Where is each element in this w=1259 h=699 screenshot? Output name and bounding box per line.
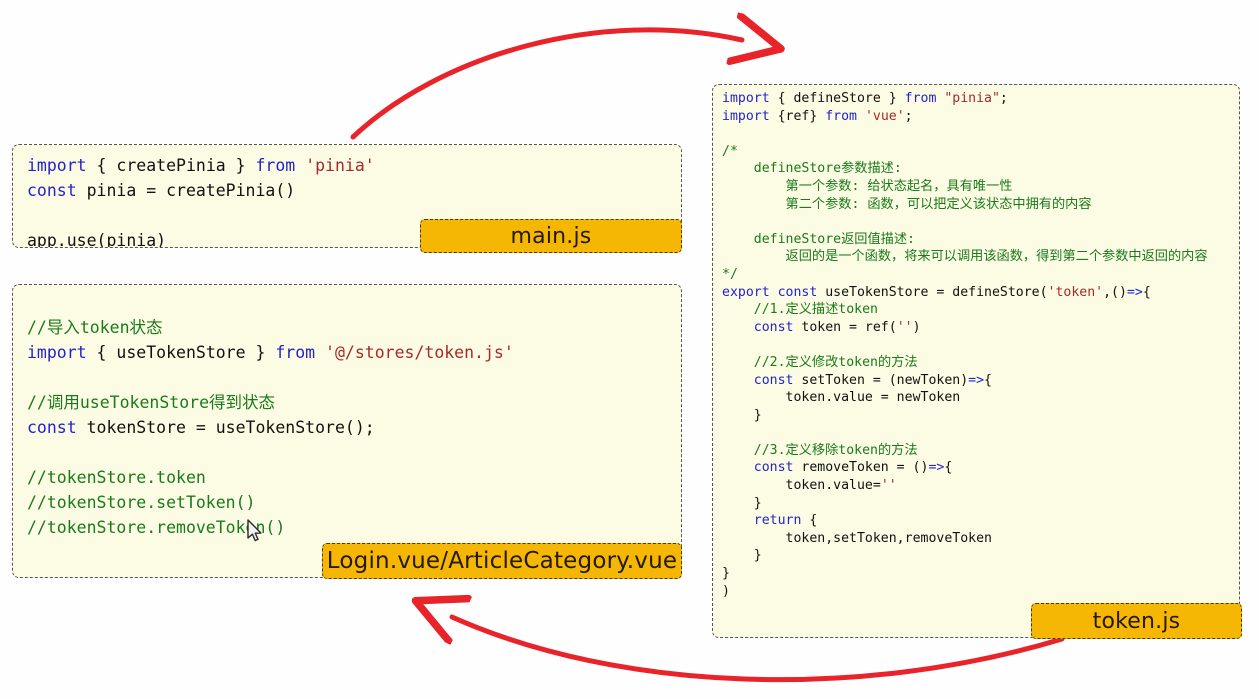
code-panel-login-vue[interactable]: //导入token状态 import { useTokenStore } fro… [12,284,682,578]
diagram-canvas: import { createPinia } from 'pinia' cons… [0,0,1259,699]
code-panel-token-js[interactable]: import { defineStore } from "pinia"; imp… [712,84,1240,638]
code-content-main-js: import { createPinia } from 'pinia' cons… [27,153,375,248]
code-content-token-js: import { defineStore } from "pinia"; imp… [722,90,1240,600]
file-tag-token-js[interactable]: token.js [1031,603,1242,639]
file-tag-main-js[interactable]: main.js [420,219,682,253]
file-tag-login-vue[interactable]: Login.vue/ArticleCategory.vue [322,543,682,579]
arrow-main-to-token [353,30,742,137]
code-content-login-vue: //导入token状态 import { useTokenStore } fro… [27,315,514,540]
mouse-pointer-icon [246,519,264,545]
